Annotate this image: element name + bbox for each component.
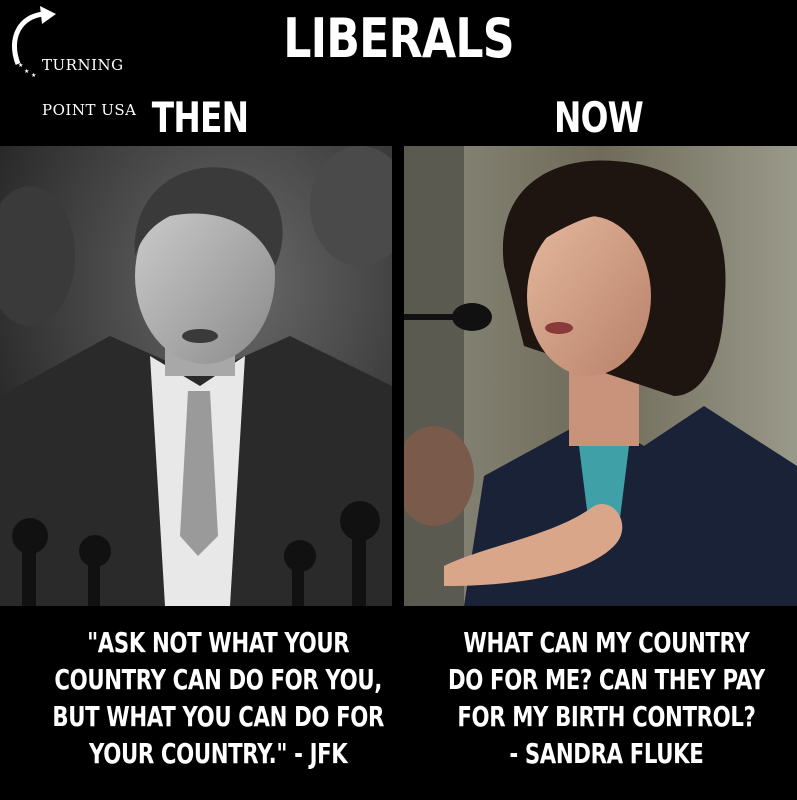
jfk-photo [0,146,392,606]
page-title: LIBERALS [283,7,514,70]
svg-text:★: ★ [31,72,36,79]
quote-line: COUNTRY CAN DO FOR YOU, [54,663,382,696]
svg-text:★: ★ [14,55,19,62]
svg-text:★: ★ [18,62,23,69]
quote-line: BUT WHAT YOU CAN DO FOR [52,700,384,733]
quote-line: "ASK NOT WHAT YOUR [87,626,350,659]
quote-line: FOR MY BIRTH CONTROL? [457,700,756,733]
jfk-quote: "ASK NOT WHAT YOUR COUNTRY CAN DO FOR YO… [0,624,400,796]
now-label: NOW [553,93,644,142]
fluke-quote: WHAT CAN MY COUNTRY DO FOR ME? CAN THEY … [398,624,797,796]
quote-line: - SANDRA FLUKE [509,737,704,770]
sandra-fluke-photo [404,146,797,606]
then-label: THEN [151,93,249,142]
quote-line: YOUR COUNTRY." - JFK [88,737,348,770]
svg-text:★: ★ [24,68,29,75]
quote-line: WHAT CAN MY COUNTRY [463,626,750,659]
quote-line: DO FOR ME? CAN THEY PAY [448,663,765,696]
